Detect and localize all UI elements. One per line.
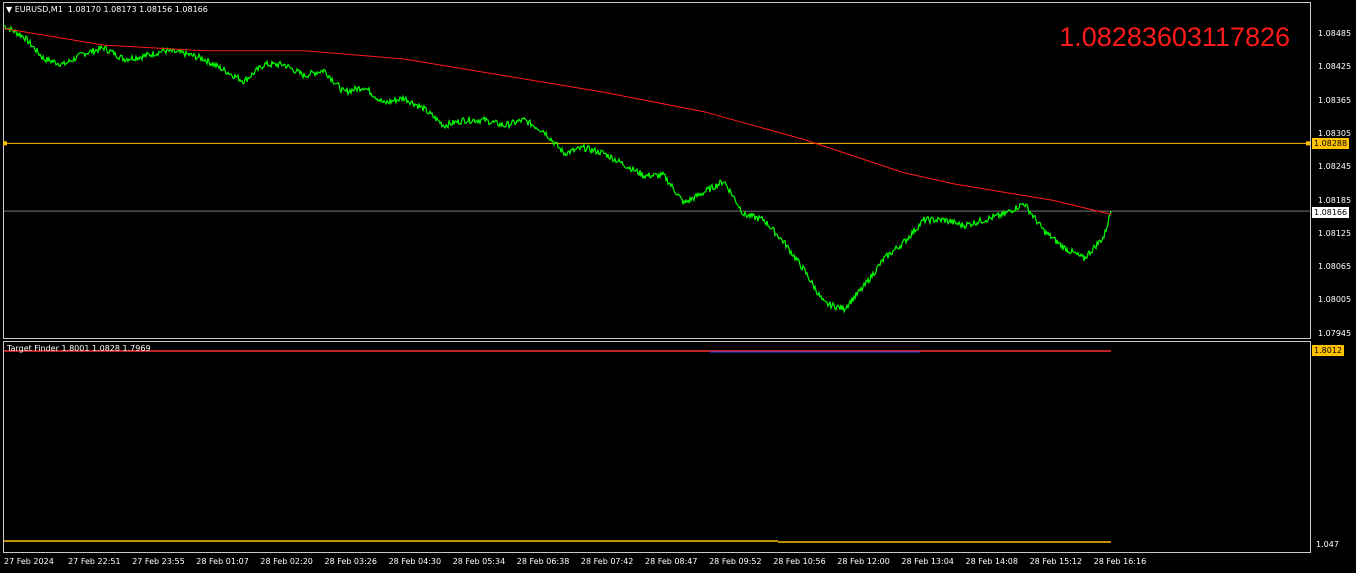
hline-price-tag: 1.08288 bbox=[1312, 138, 1350, 149]
symbol-label: EURUSD,M1 bbox=[14, 5, 63, 14]
price-axis-tick: 1.08365 bbox=[1318, 95, 1352, 105]
menu-triangle-icon[interactable]: ▼ bbox=[6, 5, 12, 14]
chart-title: ▼ EURUSD,M1 1.08170 1.08173 1.08156 1.08… bbox=[6, 5, 208, 14]
time-axis-label: 28 Feb 12:00 bbox=[837, 557, 890, 566]
time-axis-label: 28 Feb 09:52 bbox=[709, 557, 762, 566]
time-axis-label: 28 Feb 01:07 bbox=[196, 557, 249, 566]
time-axis-label: 28 Feb 14:08 bbox=[965, 557, 1018, 566]
price-chart bbox=[3, 24, 1310, 543]
moving-average-line bbox=[3, 28, 1112, 215]
price-series-line bbox=[3, 24, 1112, 314]
price-level-handle bbox=[3, 141, 7, 146]
time-axis-label: 28 Feb 10:56 bbox=[773, 557, 826, 566]
price-axis-tick: 1.08185 bbox=[1318, 195, 1352, 205]
time-axis-label: 27 Feb 22:51 bbox=[68, 557, 121, 566]
time-axis-label: 28 Feb 03:26 bbox=[324, 557, 377, 566]
time-axis-label: 28 Feb 04:30 bbox=[388, 557, 442, 566]
indicator-axis-tick: 1.047 bbox=[1316, 540, 1339, 549]
price-axis-tick: 1.08305 bbox=[1318, 128, 1352, 138]
time-axis-label: 28 Feb 05:34 bbox=[452, 557, 506, 566]
time-axis-label: 28 Feb 13:04 bbox=[901, 557, 954, 566]
time-axis-label: 28 Feb 06:38 bbox=[516, 557, 570, 566]
price-axis-tick: 1.08065 bbox=[1318, 262, 1352, 272]
price-axis-tick: 1.08485 bbox=[1318, 29, 1352, 38]
price-axis-tick: 1.08005 bbox=[1318, 295, 1352, 305]
indicator-title: Target Finder 1.8001 1.0828 1.7969 bbox=[7, 344, 151, 353]
time-axis-label: 27 Feb 23:55 bbox=[132, 557, 185, 566]
price-axis-tick: 1.08125 bbox=[1318, 228, 1352, 238]
time-axis-label: 28 Feb 15:12 bbox=[1029, 557, 1083, 566]
current-price-tag: 1.08166 bbox=[1312, 207, 1350, 218]
time-axis-label: 28 Feb 16:16 bbox=[1093, 557, 1147, 566]
price-axis-tick: 1.08425 bbox=[1318, 62, 1352, 72]
price-axis-tick: 1.07945 bbox=[1318, 328, 1352, 338]
price-axis-tick: 1.08245 bbox=[1318, 162, 1352, 172]
time-axis-label: 28 Feb 07:42 bbox=[580, 557, 634, 566]
ohlc-values: 1.08170 1.08173 1.08156 1.08166 bbox=[67, 5, 208, 14]
time-axis-label: 28 Feb 02:20 bbox=[260, 557, 313, 566]
price-level-handle bbox=[1306, 141, 1310, 146]
indicator-value-tag: 1.8012 bbox=[1312, 345, 1344, 356]
big-value-label: 1.08283603117826 bbox=[1059, 22, 1290, 52]
time-axis-label: 28 Feb 08:47 bbox=[645, 557, 698, 566]
time-axis-label: 27 Feb 2024 bbox=[4, 557, 54, 566]
